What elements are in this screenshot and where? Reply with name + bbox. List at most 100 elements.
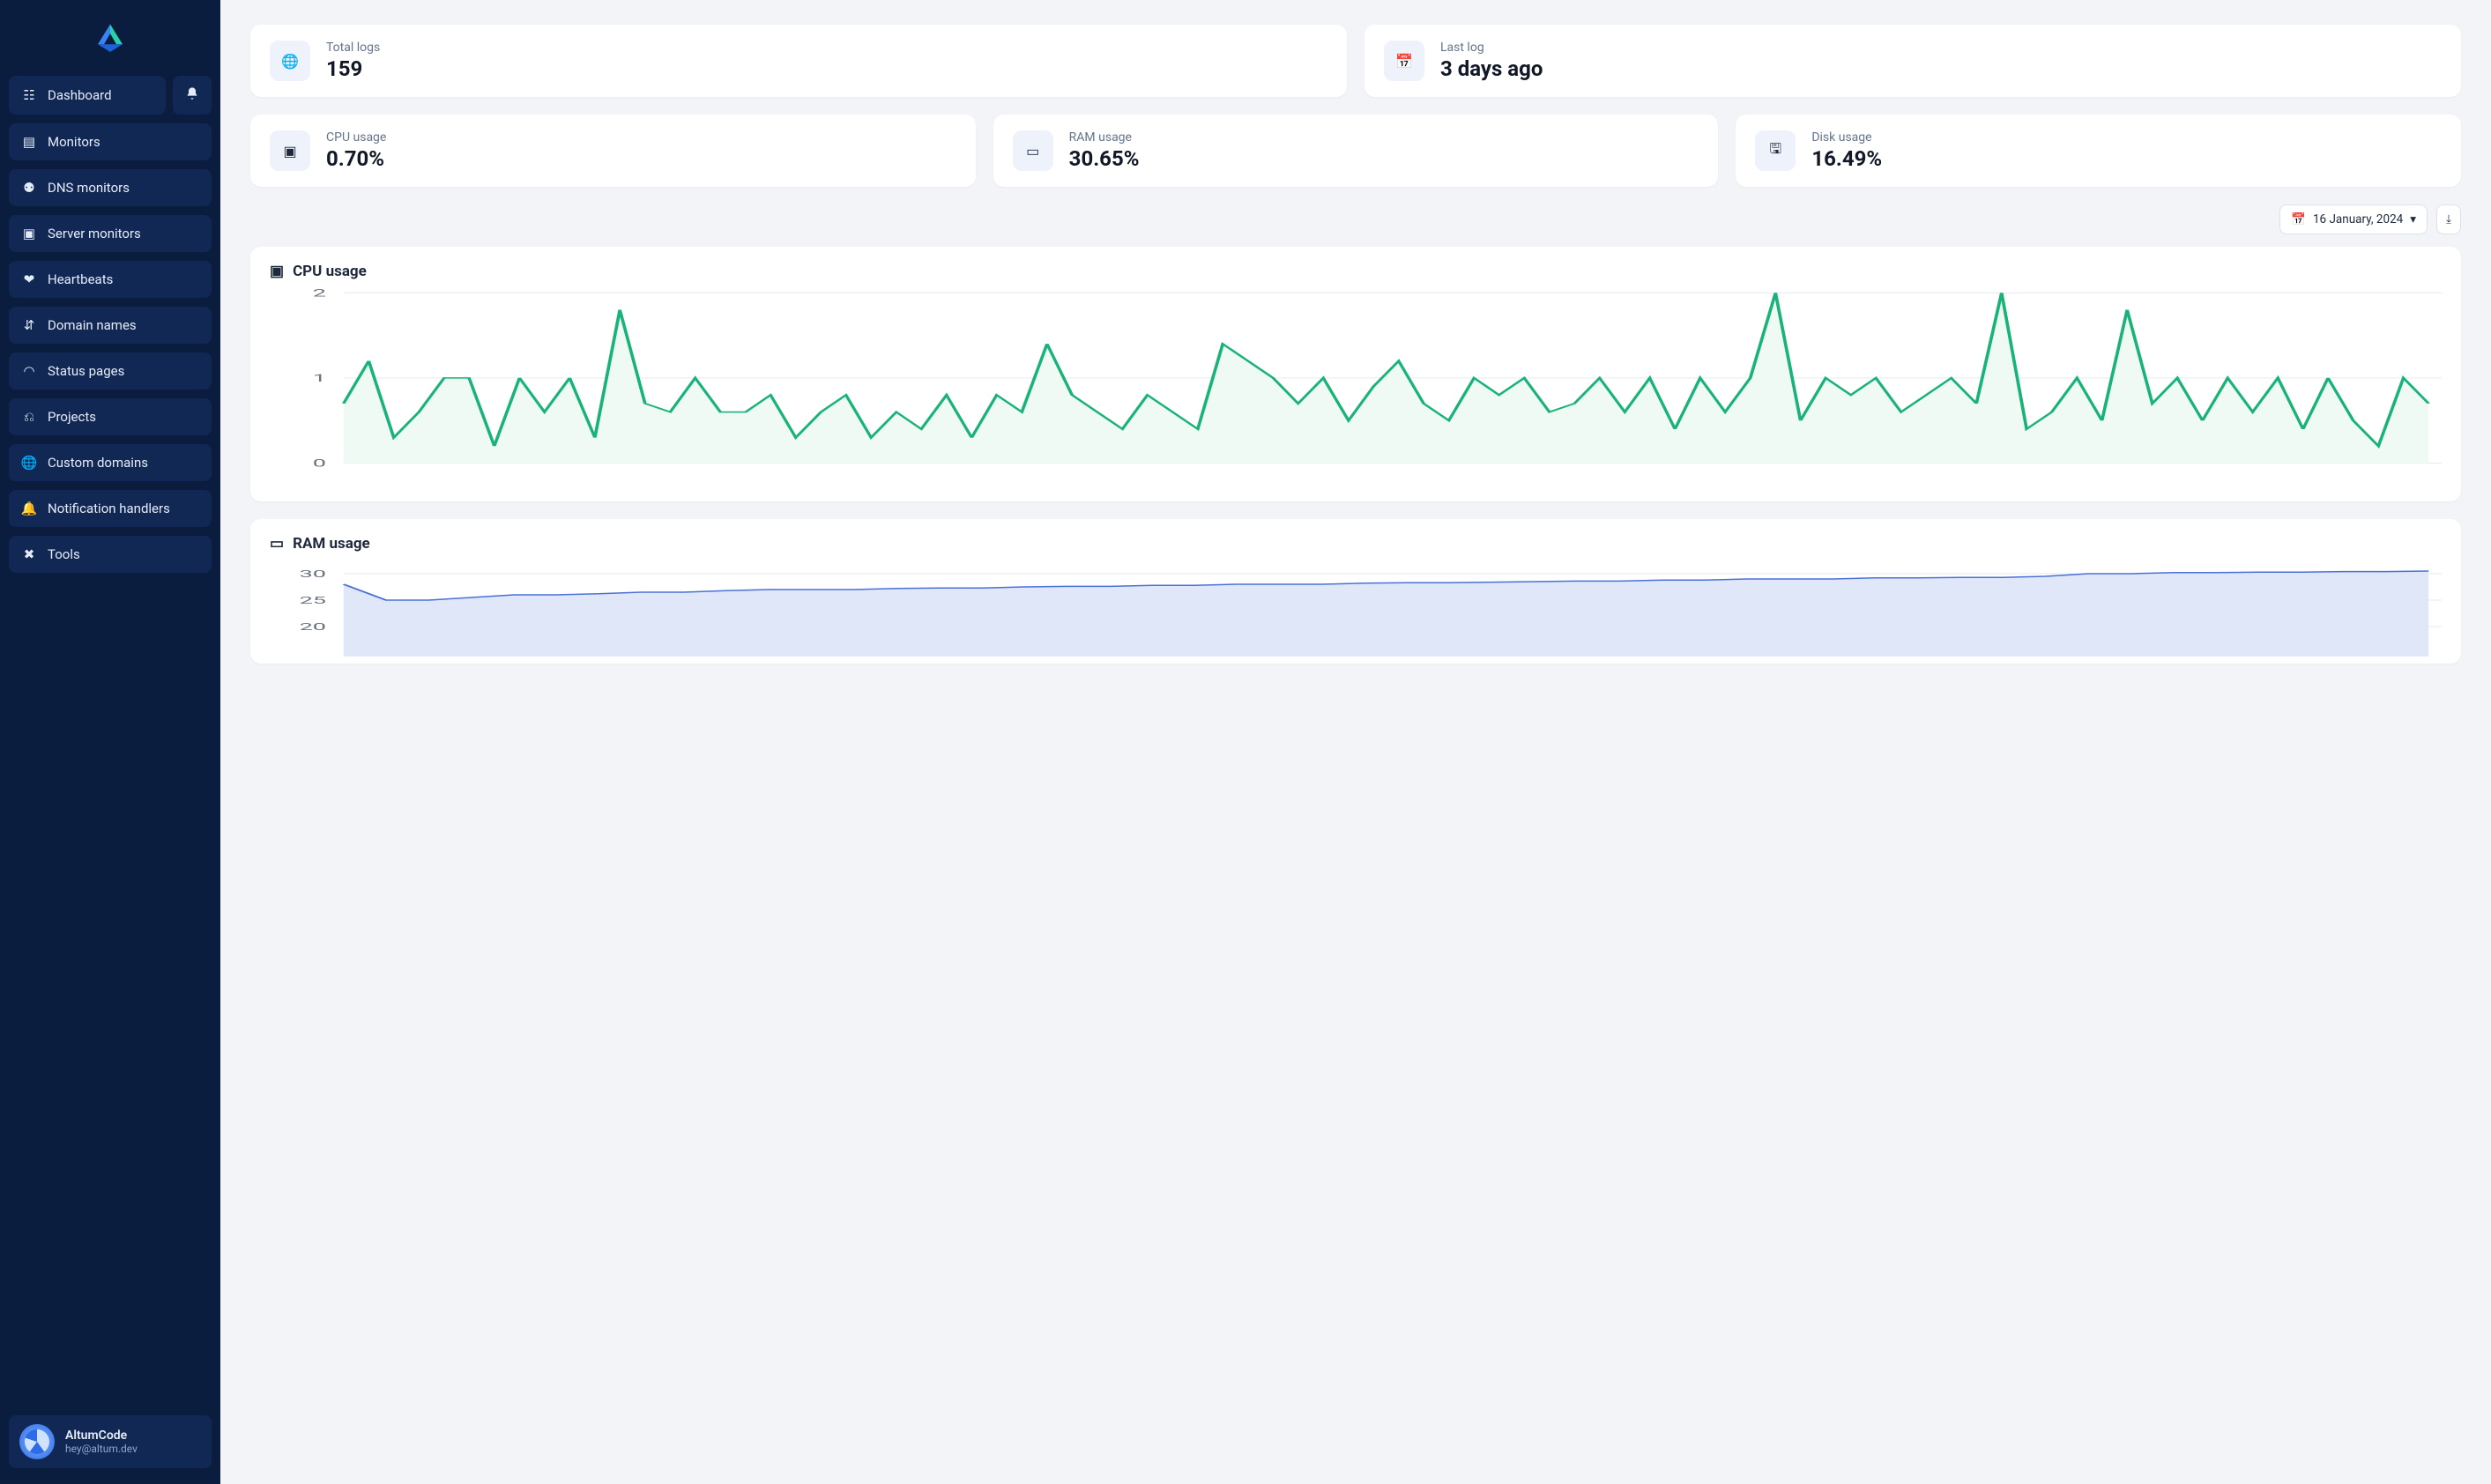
logo-wrap <box>9 16 212 67</box>
x-tick: 11:35:05 <box>1312 472 1354 483</box>
stat-label: Last log <box>1440 41 1543 55</box>
user-email: hey@altum.dev <box>65 1443 138 1455</box>
cpu-chart: 012 <box>270 287 2442 472</box>
sidebar-item-label: Projects <box>48 409 96 425</box>
date-picker[interactable]: 📅 16 January, 2024 ▾ <box>2279 204 2428 234</box>
stat-last-log: 📅 Last log 3 days ago <box>1364 25 2461 97</box>
sidebar-item-label: Custom domains <box>48 455 148 471</box>
stat-value: 30.65% <box>1069 146 1140 171</box>
x-tick: 13:15:04 <box>1609 472 1651 483</box>
x-tick: 14:55:05 <box>1907 472 1949 483</box>
date-value: 16 January, 2024 <box>2313 212 2403 226</box>
sidebar-item-custom-domains[interactable]: 🌐 Custom domains <box>9 444 212 481</box>
x-tick: 06:15:05 <box>360 472 402 483</box>
disk-icon: 🖫 <box>1755 130 1796 171</box>
x-tick: 08:35:05 <box>776 472 818 483</box>
user-menu[interactable]: AltumCode hey@altum.dev <box>9 1415 212 1468</box>
svg-text:30: 30 <box>300 568 326 580</box>
x-tick: 10:55:05 <box>1193 472 1235 483</box>
notifications-button[interactable] <box>173 76 212 115</box>
stat-ram: ▭ RAM usage 30.65% <box>993 115 1719 187</box>
sidebar-item-dns-monitors[interactable]: ⚉ DNS monitors <box>9 169 212 206</box>
x-tick: 07:55:05 <box>657 472 699 483</box>
chart-title: CPU usage <box>293 263 367 280</box>
x-tick: 14:15:04 <box>1788 472 1830 483</box>
x-tick: 13:55:04 <box>1728 472 1770 483</box>
sidebar-item-label: Heartbeats <box>48 271 113 287</box>
sidebar-item-monitors[interactable]: ▤ Monitors <box>9 123 212 160</box>
svg-text:0: 0 <box>313 458 326 470</box>
x-tick: 05:58:49 <box>300 472 342 483</box>
svg-text:25: 25 <box>300 595 326 606</box>
download-icon: ⤓ <box>2446 212 2451 226</box>
x-tick: 16:35:04 <box>2204 472 2246 483</box>
sidebar-item-label: Tools <box>48 546 80 562</box>
heart-icon: ❤ <box>21 271 37 287</box>
user-name: AltumCode <box>65 1428 138 1443</box>
sidebar-item-notification-handlers[interactable]: 🔔 Notification handlers <box>9 490 212 527</box>
x-tick: 15:35:04 <box>2026 472 2068 483</box>
x-tick: 08:15:05 <box>717 472 759 483</box>
x-tick: 12:55:04 <box>1550 472 1592 483</box>
sidebar-item-label: Monitors <box>48 134 100 150</box>
cpu-icon: ▣ <box>270 130 310 171</box>
x-tick: 17:35:04 <box>2383 472 2425 483</box>
x-tick: 15:15:04 <box>1966 472 2008 483</box>
sitemap-icon: ⇵ <box>21 317 37 333</box>
sidebar-item-server-monitors[interactable]: ▣ Server monitors <box>9 215 212 252</box>
sidebar-item-label: Notification handlers <box>48 501 170 516</box>
stat-label: CPU usage <box>326 130 386 145</box>
stat-value: 0.70% <box>326 146 386 171</box>
calendar-icon: 📅 <box>1384 41 1424 81</box>
chart-title: RAM usage <box>293 535 370 553</box>
stat-label: Disk usage <box>1811 130 1882 145</box>
x-tick: 06:35:05 <box>419 472 461 483</box>
wifi-icon: ◠ <box>21 363 37 379</box>
server-icon: ▤ <box>21 134 37 150</box>
x-tick: 12:35:05 <box>1490 472 1532 483</box>
memory-icon: ▭ <box>270 535 284 553</box>
main-content: 🌐 Total logs 159 📅 Last log 3 days ago ▣… <box>220 0 2491 1484</box>
stat-label: RAM usage <box>1069 130 1140 145</box>
sidebar-item-label: Server monitors <box>48 226 141 241</box>
plug-icon: ⚉ <box>21 180 37 196</box>
stat-value: 16.49% <box>1811 146 1882 171</box>
grid-icon: ☷ <box>21 87 37 103</box>
calendar-icon: 📅 <box>2291 212 2306 226</box>
tools-icon: ✖ <box>21 546 37 562</box>
sidebar-item-tools[interactable]: ✖ Tools <box>9 536 212 573</box>
cpu-icon: ▣ <box>21 226 37 241</box>
cpu-icon: ▣ <box>270 263 284 280</box>
x-tick: 07:35:04 <box>598 472 640 483</box>
avatar <box>19 1424 55 1459</box>
x-tick: 17:15:05 <box>2323 472 2365 483</box>
sidebar-item-status-pages[interactable]: ◠ Status pages <box>9 352 212 390</box>
chevron-down-icon: ▾ <box>2410 212 2416 226</box>
x-tick: 13:35:05 <box>1669 472 1711 483</box>
sidebar-item-projects[interactable]: ⎌ Projects <box>9 398 212 435</box>
sidebar-item-label: DNS monitors <box>48 180 130 196</box>
app-logo <box>92 21 129 58</box>
x-tick: 08:55:04 <box>836 472 878 483</box>
x-tick: 10:15:05 <box>1074 472 1116 483</box>
globe-icon: 🌐 <box>270 41 310 81</box>
sidebar: ☷ Dashboard ▤ Monitors ⚉ DNS monitors ▣ … <box>0 0 220 1484</box>
sidebar-item-heartbeats[interactable]: ❤ Heartbeats <box>9 261 212 298</box>
stat-value: 159 <box>326 56 380 81</box>
x-tick: 14:35:05 <box>1847 472 1889 483</box>
x-tick: 09:35:04 <box>955 472 997 483</box>
bell-icon: 🔔 <box>21 501 37 516</box>
bell-icon <box>185 86 199 104</box>
x-tick: 12:15:04 <box>1431 472 1473 483</box>
x-tick: 11:55:04 <box>1371 472 1413 483</box>
x-tick: 06:55:04 <box>479 472 521 483</box>
x-tick: 11:15:04 <box>1252 472 1294 483</box>
x-tick: 16:55:04 <box>2264 472 2306 483</box>
svg-text:20: 20 <box>300 621 326 633</box>
sidebar-item-domain-names[interactable]: ⇵ Domain names <box>9 307 212 344</box>
sidebar-item-dashboard[interactable]: ☷ Dashboard <box>9 76 166 115</box>
download-button[interactable]: ⤓ <box>2436 204 2461 234</box>
sidebar-item-label: Dashboard <box>48 87 112 103</box>
ram-chart: 20 25 30 <box>270 560 2442 657</box>
svg-text:2: 2 <box>313 288 326 300</box>
